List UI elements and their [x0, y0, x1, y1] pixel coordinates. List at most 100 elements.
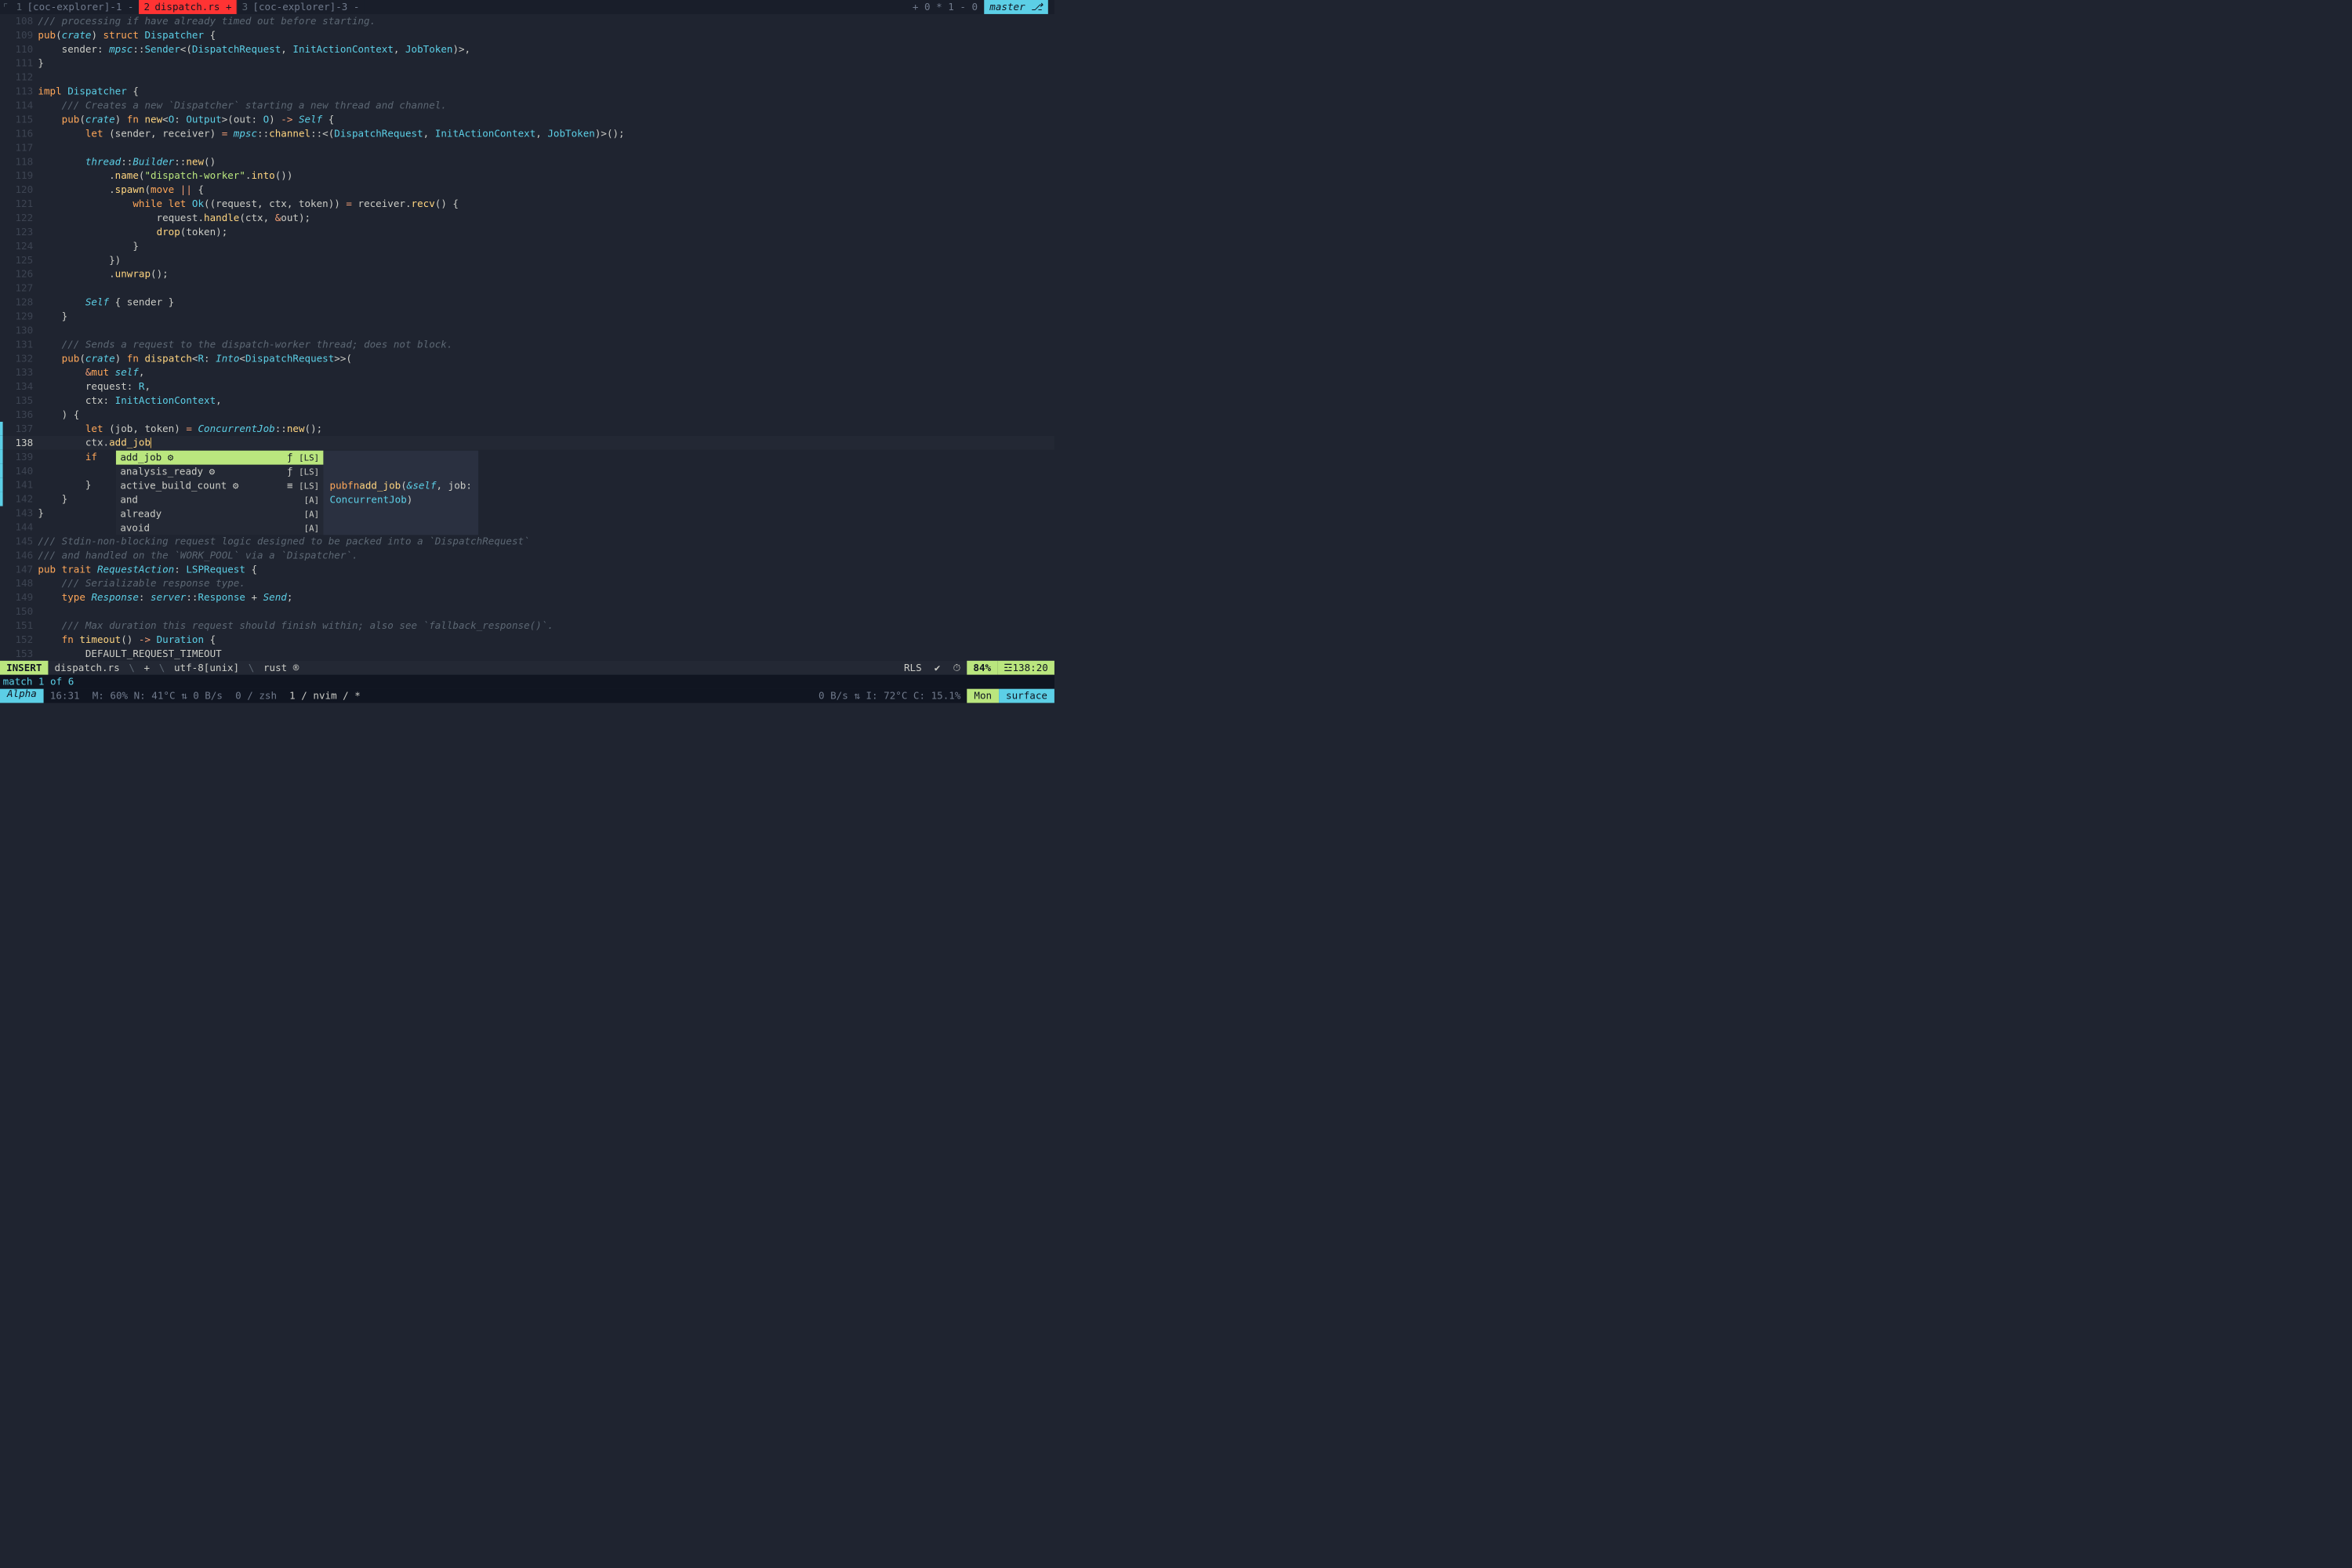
code-line[interactable]: 151 /// Max duration this request should… — [0, 619, 1054, 633]
editor-tab[interactable]: 2dispatch.rs + — [139, 0, 237, 14]
code-line[interactable]: 117 — [0, 140, 1054, 154]
tmux-host: surface — [999, 689, 1054, 703]
editor-area[interactable]: 108/// processing if have already timed … — [0, 14, 1054, 661]
line-number: 109 — [3, 31, 38, 41]
code-line[interactable]: 129 } — [0, 310, 1054, 324]
code-line[interactable]: 131 /// Sends a request to the dispatch-… — [0, 337, 1054, 351]
line-number: 144 — [3, 522, 38, 532]
code-line[interactable]: 122 request.handle(ctx, &out); — [0, 211, 1054, 225]
line-number: 130 — [3, 325, 38, 336]
code-line[interactable]: 127 — [0, 281, 1054, 296]
line-number: 151 — [3, 621, 38, 631]
cursor-position: ☲138:20 — [997, 661, 1054, 675]
code-line[interactable]: 132 pub(crate) fn dispatch<R: Into<Dispa… — [0, 351, 1054, 365]
code-line[interactable]: 113impl Dispatcher { — [0, 85, 1054, 99]
line-number: 149 — [3, 593, 38, 603]
code-line[interactable]: 115 pub(crate) fn new<O: Output>(out: O)… — [0, 112, 1054, 126]
code-line[interactable]: 150 — [0, 604, 1054, 619]
line-number: 132 — [3, 354, 38, 364]
code-line[interactable]: 119 .name("dispatch-worker".into()) — [0, 169, 1054, 183]
line-number: 126 — [3, 269, 38, 279]
line-number: 152 — [3, 635, 38, 645]
line-number: 134 — [3, 382, 38, 392]
code-line[interactable]: 138 ctx.add_job — [0, 436, 1054, 450]
code-line[interactable]: 147pub trait RequestAction: LSPRequest { — [0, 562, 1054, 576]
git-diff-stats: + 0 * 1 - 0 — [913, 2, 978, 13]
code-line[interactable]: 149 type Response: server::Response + Se… — [0, 590, 1054, 604]
completion-menu[interactable]: add_job ⚙ƒ [LS]analysis_ready ⚙ƒ [LS]act… — [116, 451, 323, 535]
mode-indicator: INSERT — [0, 661, 48, 675]
code-line[interactable]: 111} — [0, 56, 1054, 71]
code-line[interactable]: 152 fn timeout() -> Duration { — [0, 633, 1054, 647]
tmux-net-stats: 0 B/s ⇅ I: 72°C C: 15.1% — [812, 689, 967, 703]
line-number: 145 — [3, 536, 38, 546]
code-line[interactable]: 153 DEFAULT_REQUEST_TIMEOUT — [0, 647, 1054, 661]
code-line[interactable]: 118 thread::Builder::new() — [0, 154, 1054, 169]
line-number: 123 — [3, 227, 38, 238]
code-line[interactable]: 128 Self { sender } — [0, 296, 1054, 310]
code-line[interactable]: 109pub(crate) struct Dispatcher { — [0, 28, 1054, 42]
line-number: 135 — [3, 396, 38, 406]
code-line[interactable]: 137 let (job, token) = ConcurrentJob::ne… — [0, 422, 1054, 436]
completion-item[interactable]: and [A] — [116, 493, 323, 507]
code-line[interactable]: 120 .spawn(move || { — [0, 183, 1054, 197]
code-line[interactable]: 136 ) { — [0, 408, 1054, 422]
tmux-session[interactable]: Alpha — [0, 689, 44, 703]
code-line[interactable]: 114 /// Creates a new `Dispatcher` start… — [0, 99, 1054, 113]
tmux-sys-stats: M: 60% N: 41°C ⇅ 0 B/s — [86, 689, 229, 703]
line-number: 127 — [3, 283, 38, 293]
modified-flag: + — [137, 661, 156, 675]
editor-tab[interactable]: 3[coc-explorer]-3 - — [237, 0, 365, 14]
code-line[interactable]: 133 &mut self, — [0, 365, 1054, 379]
completion-item[interactable]: avoid [A] — [116, 521, 323, 535]
line-number: 143 — [3, 508, 38, 518]
code-line[interactable]: 134 request: R, — [0, 379, 1054, 394]
code-line[interactable]: 123 drop(token); — [0, 225, 1054, 239]
line-number: 117 — [3, 143, 38, 153]
line-number: 153 — [3, 649, 38, 659]
app-logo-icon: ⌜ — [0, 0, 11, 14]
line-number: 137 — [3, 424, 38, 434]
status-line: INSERT dispatch.rs \ + \ utf-8[unix] \ r… — [0, 661, 1054, 675]
code-line[interactable]: 126 .unwrap(); — [0, 267, 1054, 281]
tmux-window-1[interactable]: 1 / nvim / * — [283, 689, 367, 703]
code-line[interactable]: 124 } — [0, 239, 1054, 253]
code-line[interactable]: 125 }) — [0, 253, 1054, 267]
code-line[interactable]: 135 ctx: InitActionContext, — [0, 394, 1054, 408]
command-message: match 1 of 6 — [0, 675, 1054, 689]
line-number: 122 — [3, 213, 38, 223]
lsp-status: RLS — [898, 661, 928, 675]
code-line[interactable]: 116 let (sender, receiver) = mpsc::chann… — [0, 126, 1054, 140]
line-number: 116 — [3, 129, 38, 139]
completion-item[interactable]: analysis_ready ⚙ƒ [LS] — [116, 465, 323, 479]
editor-tab[interactable]: 1[coc-explorer]-1 - — [11, 0, 139, 14]
line-number: 148 — [3, 579, 38, 589]
tmux-day: Mon — [967, 689, 999, 703]
code-line[interactable]: 121 while let Ok((request, ctx, token)) … — [0, 197, 1054, 211]
completion-item[interactable]: already [A] — [116, 506, 323, 521]
git-branch[interactable]: master ⎇ — [984, 0, 1048, 14]
code-line[interactable]: 112 — [0, 71, 1054, 85]
check-icon: ✔ — [928, 661, 947, 675]
code-line[interactable]: 108/// processing if have already timed … — [0, 14, 1054, 28]
code-line[interactable]: 146/// and handled on the `WORK_POOL` vi… — [0, 548, 1054, 562]
scroll-percent: 84% — [967, 661, 997, 675]
line-number: 131 — [3, 339, 38, 350]
line-number: 118 — [3, 157, 38, 167]
code-line[interactable]: 145/// Stdin-non-blocking request logic … — [0, 534, 1054, 548]
line-number: 147 — [3, 564, 38, 575]
tmux-window-0[interactable]: 0 / zsh — [229, 689, 283, 703]
clock-icon: ⏱ — [946, 661, 967, 675]
line-number: 150 — [3, 607, 38, 617]
code-line[interactable]: 148 /// Serializable response type. — [0, 576, 1054, 590]
completion-doc: pub fn add_job(&self, job:ConcurrentJob) — [323, 451, 478, 535]
line-number: 124 — [3, 241, 38, 252]
code-line[interactable]: 110 sender: mpsc::Sender<(DispatchReques… — [0, 42, 1054, 56]
code-line[interactable]: 130 — [0, 323, 1054, 337]
tmux-time: 16:31 — [44, 689, 86, 703]
completion-item[interactable]: active_build_count ⚙≡ [LS] — [116, 479, 323, 493]
completion-item[interactable]: add_job ⚙ƒ [LS] — [116, 451, 323, 465]
line-number: 111 — [3, 58, 38, 68]
completion-popup[interactable]: add_job ⚙ƒ [LS]analysis_ready ⚙ƒ [LS]act… — [116, 451, 478, 535]
line-number: 120 — [3, 185, 38, 195]
